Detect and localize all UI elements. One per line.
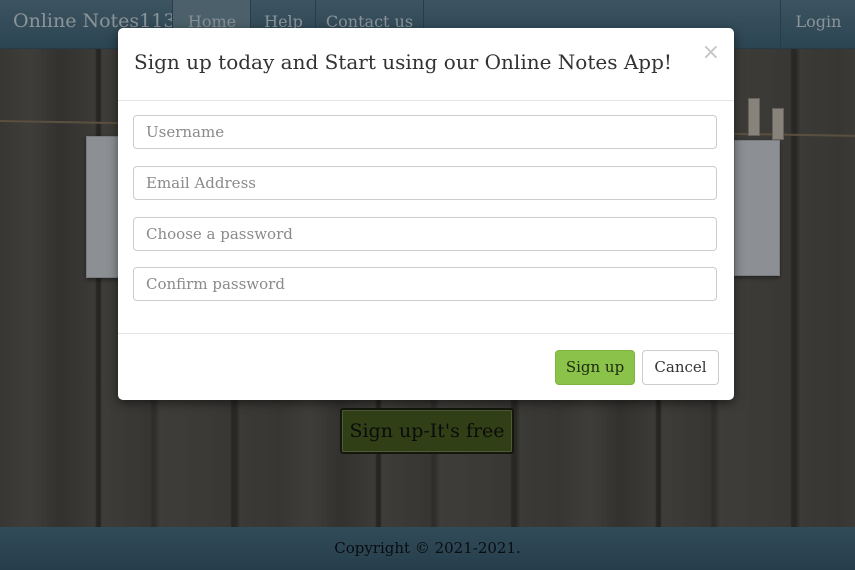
close-icon[interactable]: × xyxy=(702,40,720,65)
signup-button[interactable]: Sign up xyxy=(555,350,635,385)
username-input[interactable] xyxy=(133,115,717,149)
password-input[interactable] xyxy=(133,217,717,251)
modal-footer: Sign up Cancel xyxy=(118,333,734,401)
signup-modal: Sign up today and Start using our Online… xyxy=(118,28,734,400)
cancel-button[interactable]: Cancel xyxy=(642,350,719,385)
email-input[interactable] xyxy=(133,166,717,200)
modal-title: Sign up today and Start using our Online… xyxy=(134,50,672,74)
modal-header: Sign up today and Start using our Online… xyxy=(118,28,734,101)
confirm-password-input[interactable] xyxy=(133,267,717,301)
